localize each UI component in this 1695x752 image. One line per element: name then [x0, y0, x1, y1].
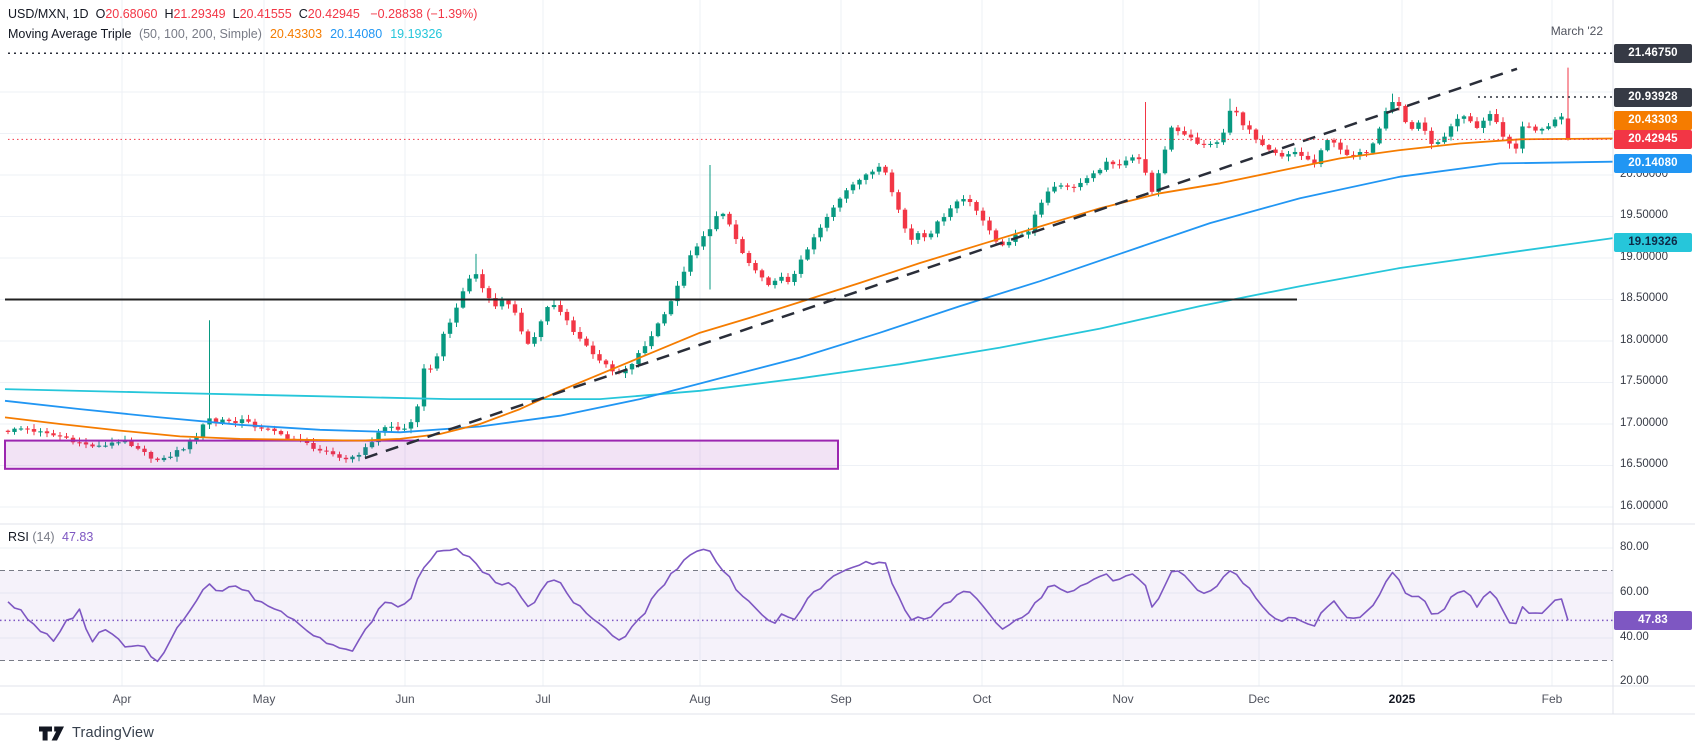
price-level-badge: 20.93928	[1614, 88, 1692, 107]
price-level-badge: 20.42945	[1614, 130, 1692, 149]
rsi-tick-label: 40.00	[1620, 631, 1649, 643]
tradingview-chart-window: USD/MXN, 1DO20.68060H21.29349L20.41555C2…	[0, 0, 1695, 752]
price-level-badge: 20.14080	[1614, 154, 1692, 173]
time-axis-label-nov: Nov	[1093, 692, 1153, 706]
price-axis[interactable]: 20.0000019.5000019.0000018.5000018.00000…	[1613, 0, 1695, 714]
price-level-badge: 21.46750	[1614, 44, 1692, 63]
time-axis-label-jun: Jun	[375, 692, 435, 706]
ohlc-value: 20.68060	[105, 7, 157, 21]
ohlc-letter: C	[299, 7, 308, 21]
time-axis[interactable]: Apr May Jun Jul Aug Sep Oct Nov Dec 2025 Feb	[0, 686, 1613, 714]
rsi-params: (14)	[32, 530, 54, 544]
tradingview-logo-icon	[38, 725, 65, 742]
ma-params: (50, 100, 200, Simple)	[139, 27, 262, 41]
ma-value: 20.43303	[270, 27, 322, 41]
legend-ma-row: Moving Average Triple (50, 100, 200, Sim…	[8, 25, 442, 43]
ascending-trendline[interactable]	[365, 69, 1517, 458]
time-axis-label-sep: Sep	[811, 692, 871, 706]
support-zone-rect[interactable]	[5, 441, 838, 469]
rsi-tick-label: 20.00	[1620, 675, 1649, 687]
time-axis-label-apr: Apr	[92, 692, 152, 706]
sma100-line[interactable]	[5, 162, 1613, 433]
rsi-tick-label: 60.00	[1620, 586, 1649, 598]
tradingview-logo[interactable]: TradingView	[38, 725, 154, 742]
candles[interactable]	[6, 68, 1570, 463]
rsi-tick-label: 80.00	[1620, 541, 1649, 553]
price-tick-label: 19.00000	[1620, 251, 1668, 263]
ohlc-letter: L	[233, 7, 240, 21]
time-axis-label-dec: Dec	[1229, 692, 1289, 706]
ma-values: 20.43303 20.14080 19.19326	[262, 27, 442, 41]
rsi-current-value: 47.83	[62, 530, 93, 544]
time-axis-label-oct: Oct	[952, 692, 1012, 706]
time-axis-label-may: May	[234, 692, 294, 706]
sma200-line[interactable]	[5, 238, 1613, 399]
price-tick-label: 17.50000	[1620, 375, 1668, 387]
time-axis-label-feb: Feb	[1522, 692, 1582, 706]
change-value: −0.28838 (−1.39%)	[370, 7, 477, 21]
ma-indicator-title[interactable]: Moving Average Triple	[8, 27, 131, 41]
ma-value: 19.19326	[390, 27, 442, 41]
ohlc-value: 20.41555	[240, 7, 292, 21]
price-tick-label: 18.50000	[1620, 292, 1668, 304]
legend-symbol-row: USD/MXN, 1DO20.68060H21.29349L20.41555C2…	[8, 5, 477, 23]
ma-value: 20.14080	[330, 27, 382, 41]
price-level-badge: 19.19326	[1614, 233, 1692, 252]
ohlc-letter: O	[96, 7, 106, 21]
tradingview-logo-text: TradingView	[72, 725, 154, 741]
symbol-title[interactable]: USD/MXN, 1D	[8, 7, 89, 21]
time-axis-label-aug: Aug	[670, 692, 730, 706]
rsi-pane[interactable]	[0, 549, 1613, 662]
price-level-badge: 20.43303	[1614, 111, 1692, 130]
rsi-value-badge: 47.83	[1614, 611, 1692, 630]
ohlc-value: 21.29349	[173, 7, 225, 21]
time-axis-label-2025: 2025	[1372, 692, 1432, 706]
price-tick-label: 17.00000	[1620, 417, 1668, 429]
ohlc-value: 20.42945	[308, 7, 360, 21]
price-tick-label: 16.50000	[1620, 458, 1668, 470]
ohlc-values: O20.68060H21.29349L20.41555C20.42945	[89, 7, 360, 21]
time-axis-label-jul: Jul	[513, 692, 573, 706]
price-tick-label: 16.00000	[1620, 500, 1668, 512]
footer-bar: TradingView	[0, 714, 1695, 752]
rsi-title[interactable]: RSI	[8, 530, 29, 544]
price-tick-label: 19.50000	[1620, 209, 1668, 221]
march22-annotation-label: March '22	[1551, 24, 1603, 38]
price-tick-label: 18.00000	[1620, 334, 1668, 346]
rsi-legend-row: RSI (14) 47.83	[8, 530, 93, 544]
chart-canvas[interactable]	[0, 0, 1695, 752]
